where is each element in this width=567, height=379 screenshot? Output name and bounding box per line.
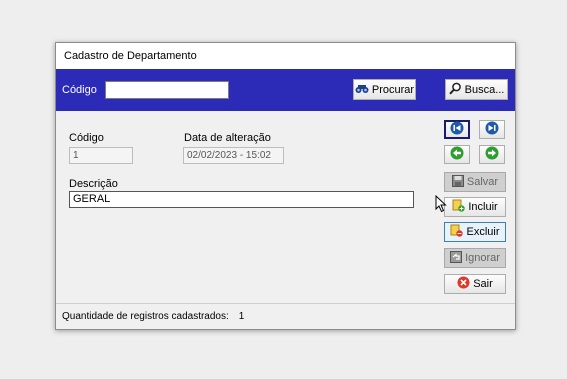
status-bar: Quantidade de registros cadastrados: 1 (62, 311, 244, 322)
status-divider (56, 303, 515, 304)
first-record-icon (450, 121, 464, 138)
previous-record-icon (450, 146, 464, 163)
incluir-label: Incluir (468, 201, 498, 213)
title-bar: Cadastro de Departamento (56, 43, 515, 69)
codigo-label: Código (69, 132, 104, 144)
record-count-value: 1 (238, 311, 245, 322)
add-record-icon (452, 199, 466, 215)
ignorar-label: Ignorar (465, 252, 500, 264)
binoculars-icon (355, 83, 369, 97)
department-window: Cadastro de Departamento Código Procurar… (55, 42, 516, 330)
floppy-disk-icon (451, 174, 464, 190)
exit-icon (457, 276, 470, 292)
data-alteracao-field: 02/02/2023 - 15:02 (183, 147, 284, 164)
next-record-icon (485, 146, 499, 163)
ignorar-button[interactable]: Ignorar (444, 248, 506, 268)
incluir-button[interactable]: Incluir (444, 197, 506, 217)
descricao-label: Descrição (69, 178, 118, 190)
descricao-input[interactable]: GERAL (69, 191, 414, 208)
salvar-button[interactable]: Salvar (444, 172, 506, 192)
record-count-label: Quantidade de registros cadastrados: (62, 311, 229, 322)
procurar-label: Procurar (371, 83, 415, 96)
procurar-button[interactable]: Procurar (353, 79, 416, 100)
last-record-icon (485, 121, 499, 138)
previous-record-button[interactable] (444, 145, 470, 164)
last-record-button[interactable] (479, 120, 505, 139)
mouse-pointer-icon (435, 194, 447, 216)
sair-label: Sair (473, 278, 493, 290)
search-code-input[interactable] (105, 81, 229, 99)
excluir-label: Excluir (466, 226, 500, 238)
delete-record-icon (450, 224, 464, 240)
magnifier-icon (448, 82, 462, 98)
window-title: Cadastro de Departamento (64, 50, 197, 62)
sair-button[interactable]: Sair (444, 274, 506, 294)
next-record-button[interactable] (479, 145, 505, 164)
first-record-button[interactable] (444, 120, 470, 139)
search-code-label: Código (62, 84, 97, 96)
codigo-field: 1 (69, 147, 133, 164)
salvar-label: Salvar (466, 176, 499, 188)
search-bar: Código Procurar Busca... (56, 69, 515, 111)
undo-icon (450, 250, 463, 266)
data-alteracao-label: Data de alteração (184, 132, 271, 144)
busca-button[interactable]: Busca... (445, 79, 508, 100)
busca-label: Busca... (464, 83, 505, 96)
excluir-button[interactable]: Excluir (444, 222, 506, 242)
